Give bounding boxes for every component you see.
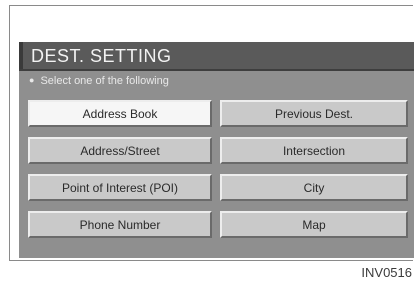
instruction-text: ● Select one of the following: [29, 75, 169, 87]
title-bar: DEST. SETTING: [19, 42, 414, 71]
city-button[interactable]: City: [220, 174, 408, 201]
intersection-button[interactable]: Intersection: [220, 137, 408, 164]
map-button[interactable]: Map: [220, 211, 408, 238]
bullet-icon: ●: [29, 75, 35, 85]
poi-button[interactable]: Point of Interest (POI): [28, 174, 212, 201]
previous-dest-button[interactable]: Previous Dest.: [220, 100, 408, 127]
address-street-button[interactable]: Address/Street: [28, 137, 212, 164]
dest-setting-screen: DEST. SETTING ● Select one of the followi…: [19, 42, 414, 258]
screen-title: DEST. SETTING: [31, 46, 172, 66]
figure-code: INV0516: [361, 265, 412, 280]
title-accent: [19, 42, 23, 69]
phone-number-button[interactable]: Phone Number: [28, 211, 212, 238]
instruction-label: Select one of the following: [40, 75, 169, 87]
address-book-button[interactable]: Address Book: [28, 100, 212, 127]
